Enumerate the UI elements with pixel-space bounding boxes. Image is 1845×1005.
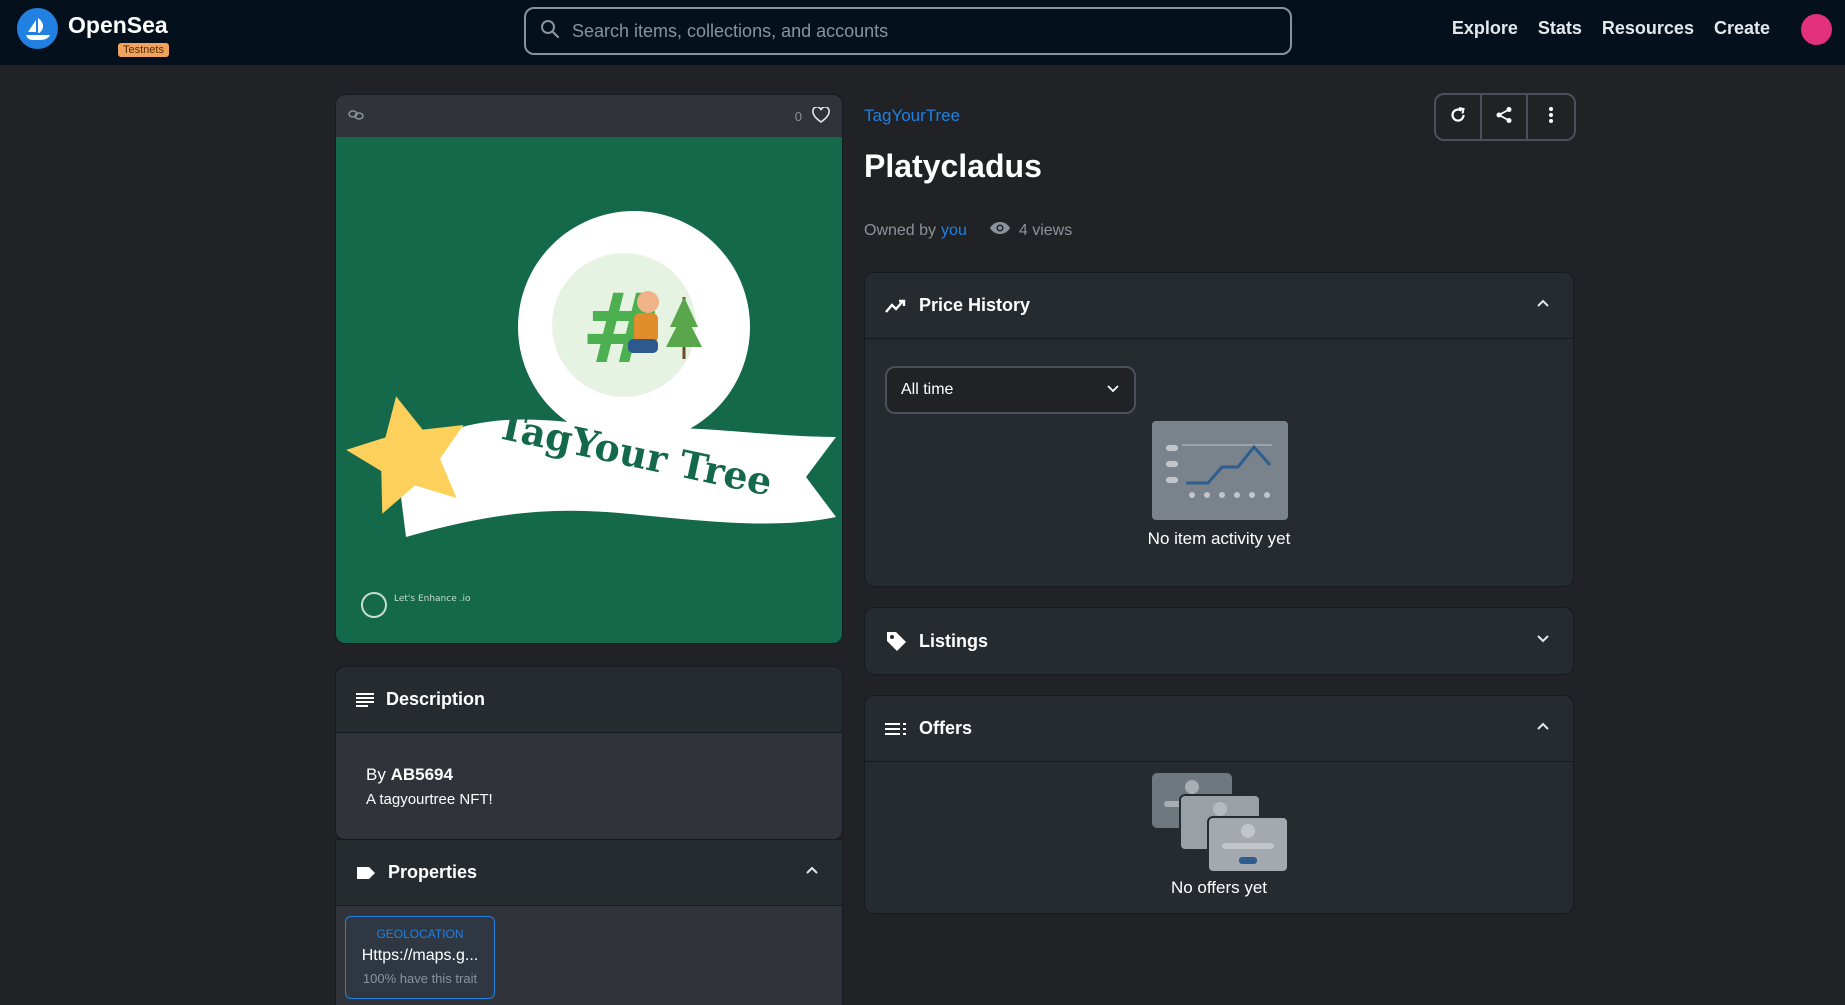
more-vertical-icon xyxy=(1548,106,1554,129)
refresh-button[interactable] xyxy=(1436,95,1482,139)
creator-name-link[interactable]: AB5694 xyxy=(391,765,453,784)
chevron-down-icon[interactable] xyxy=(1535,630,1551,651)
collection-link[interactable]: TagYourTree xyxy=(864,106,960,126)
by-label: By xyxy=(366,765,386,784)
offers-panel: Offers No offers yet xyxy=(864,695,1574,914)
description-body: By AB5694 A tagyourtree NFT! xyxy=(336,733,842,839)
artwork-person-body xyxy=(634,313,658,343)
offers-title: Offers xyxy=(919,718,973,738)
testnets-badge: Testnets xyxy=(118,43,169,57)
price-history-header[interactable]: Price History xyxy=(865,273,1573,339)
properties-body: GEOLOCATION Https://maps.g... 100% have … xyxy=(336,906,842,1005)
media-toolbar: 0 xyxy=(336,95,842,137)
item-title: Platycladus xyxy=(864,148,1042,184)
property-value: Https://maps.g... xyxy=(361,947,479,964)
empty-offers-illustration xyxy=(1152,773,1288,873)
offers-body: No offers yet xyxy=(865,762,1573,913)
owned-by-label: Owned by xyxy=(864,221,937,239)
opensea-logo-icon xyxy=(17,8,58,49)
properties-header[interactable]: Properties xyxy=(336,840,842,906)
no-activity-text: No item activity yet xyxy=(1147,529,1291,548)
refresh-icon xyxy=(1449,106,1467,129)
creator-line: By AB5694 xyxy=(366,765,812,785)
watermark-text: Let's Enhance .io xyxy=(394,594,471,604)
nav-explore[interactable]: Explore xyxy=(1452,18,1518,39)
time-range-value: All time xyxy=(901,381,954,398)
favorite-count: 0 xyxy=(794,108,802,124)
nft-media-card: 0 # TagYour Tree Let's Enhance .io xyxy=(335,94,843,644)
property-rarity: 100% have this trait xyxy=(362,971,478,986)
offers-header[interactable]: Offers xyxy=(865,696,1573,762)
share-button[interactable] xyxy=(1482,95,1528,139)
description-text: A tagyourtree NFT! xyxy=(366,791,493,808)
price-history-body: All time No item activity yet xyxy=(865,339,1573,586)
no-offers-text: No offers yet xyxy=(1170,878,1268,897)
price-tag-icon xyxy=(885,630,907,652)
top-navbar: OpenSea Testnets Explore Stats Resources… xyxy=(0,0,1845,65)
chain-icon[interactable] xyxy=(348,109,364,124)
listings-header[interactable]: Listings xyxy=(865,608,1573,674)
nft-artwork-image[interactable]: # TagYour Tree Let's Enhance .io xyxy=(336,137,843,644)
tag-icon xyxy=(356,865,376,881)
artwork-person-legs xyxy=(628,339,658,353)
price-history-title: Price History xyxy=(919,295,1031,315)
share-icon xyxy=(1495,106,1513,129)
listings-title: Listings xyxy=(919,630,989,651)
trending-line-icon xyxy=(885,298,907,314)
chevron-up-icon[interactable] xyxy=(1535,718,1551,739)
owner-link[interactable]: you xyxy=(941,222,967,240)
description-title: Description xyxy=(386,689,486,709)
search-input[interactable] xyxy=(572,20,1252,42)
property-card[interactable]: GEOLOCATION Https://maps.g... 100% have … xyxy=(345,916,495,999)
nav-create[interactable]: Create xyxy=(1714,18,1770,39)
description-panel: Description By AB5694 A tagyourtree NFT! xyxy=(335,666,843,840)
chevron-down-icon xyxy=(1106,381,1120,400)
views-text: 4 views xyxy=(1018,221,1073,239)
nav-resources[interactable]: Resources xyxy=(1602,18,1694,39)
views-count: 4 views xyxy=(989,221,1072,240)
chevron-up-icon[interactable] xyxy=(804,862,820,883)
listings-panel: Listings xyxy=(864,607,1574,675)
empty-chart-illustration xyxy=(1152,421,1288,520)
user-avatar[interactable] xyxy=(1801,14,1832,45)
chevron-up-icon[interactable] xyxy=(1535,295,1551,316)
brand-name: OpenSea xyxy=(68,12,168,38)
time-range-select[interactable]: All time xyxy=(885,366,1136,414)
property-type: GEOLOCATION xyxy=(376,927,464,941)
eye-icon xyxy=(989,221,1011,240)
properties-panel: Properties GEOLOCATION Https://maps.g...… xyxy=(335,839,843,1005)
main-nav: Explore Stats Resources Create xyxy=(1452,18,1770,39)
artwork-person-head xyxy=(637,291,659,313)
list-lines-icon xyxy=(356,692,374,708)
ownership-row: Owned by you 4 views xyxy=(864,221,1072,240)
heart-icon[interactable] xyxy=(812,105,830,126)
properties-title: Properties xyxy=(388,862,478,882)
nav-stats[interactable]: Stats xyxy=(1538,18,1582,39)
price-history-panel: Price History All time No item activity … xyxy=(864,272,1574,587)
description-header[interactable]: Description xyxy=(336,667,842,733)
item-actions xyxy=(1434,93,1576,141)
list-bullets-icon xyxy=(885,722,907,736)
search-icon xyxy=(540,19,560,44)
more-options-button[interactable] xyxy=(1528,95,1574,139)
search-bar[interactable] xyxy=(524,7,1292,55)
